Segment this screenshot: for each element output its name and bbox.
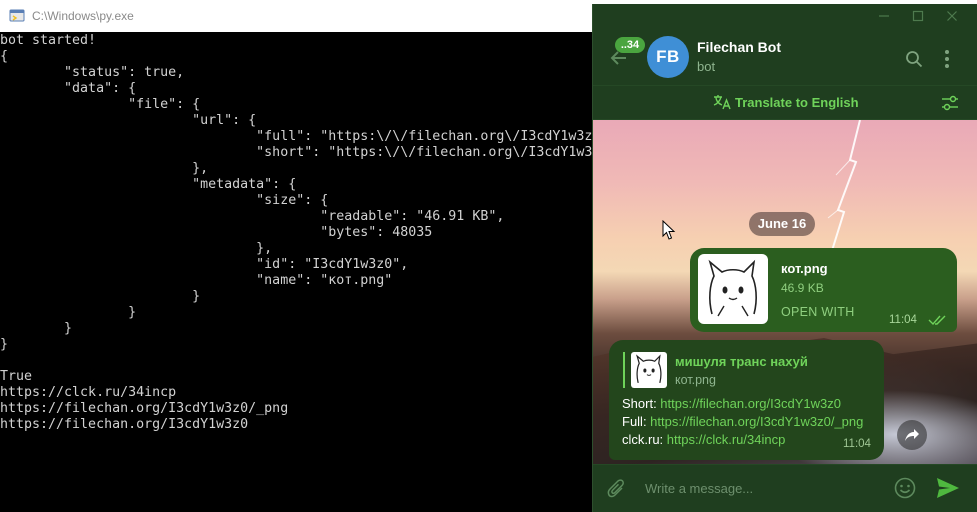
date-separator: June 16 <box>749 212 815 236</box>
attach-icon[interactable] <box>607 479 627 501</box>
reply-accent-bar <box>623 352 625 388</box>
chat-status: bot <box>697 59 716 74</box>
telegram-titlebar <box>593 4 977 30</box>
translate-button[interactable]: Translate to English <box>713 92 859 112</box>
emoji-icon[interactable] <box>894 477 916 499</box>
console-line: https://clck.ru/34incp <box>0 385 177 400</box>
full-label: Full: <box>622 414 651 429</box>
console-line: { <box>0 49 9 64</box>
message-input[interactable]: Write a message... <box>645 481 753 496</box>
mouse-cursor-icon <box>662 220 676 240</box>
minimize-icon[interactable] <box>877 9 891 23</box>
console-line: True <box>0 369 33 384</box>
chat-name[interactable]: Filechan Bot <box>697 39 781 55</box>
file-name[interactable]: кот.png <box>781 261 828 276</box>
more-vertical-icon[interactable] <box>941 48 953 70</box>
clck-label: clck.ru: <box>622 432 667 447</box>
translate-bar: Translate to English <box>593 86 977 120</box>
console-line: "url": { <box>0 113 257 128</box>
translate-label: Translate to English <box>735 94 859 110</box>
double-check-icon <box>928 315 946 326</box>
file-message[interactable]: кот.png 46.9 KB OPEN WITH 11:04 <box>690 248 957 332</box>
short-label: Short: <box>622 396 661 411</box>
console-line: https://filechan.org/I3cdY1w3z0 <box>0 417 249 432</box>
console-line: "data": { <box>0 81 137 96</box>
console-output[interactable]: bot started!{ "status": true, "data": { … <box>0 32 600 512</box>
send-icon[interactable] <box>936 477 960 499</box>
reply-message[interactable]: мишуля транс нахуй кот.png Short: https:… <box>609 340 884 460</box>
console-titlebar: C:\Windows\py.exe <box>0 0 600 32</box>
open-with-button[interactable]: OPEN WITH <box>781 305 855 319</box>
clck-link-line: clck.ru: https://clck.ru/34incp <box>622 432 785 447</box>
console-line: "metadata": { <box>0 177 297 192</box>
translate-icon <box>713 95 731 110</box>
full-link[interactable]: https://filechan.org/I3cdY1w3z0/_png <box>650 414 863 429</box>
reply-preview: кот.png <box>675 373 716 387</box>
chat-header: ..34 FB Filechan Bot bot <box>593 30 977 86</box>
console-line: https://filechan.org/I3cdY1w3z0/_png <box>0 401 289 416</box>
console-title: C:\Windows\py.exe <box>32 9 134 23</box>
maximize-icon[interactable] <box>911 9 925 23</box>
share-button[interactable] <box>897 420 927 450</box>
file-size: 46.9 KB <box>781 281 824 295</box>
close-icon[interactable] <box>945 9 959 23</box>
cat-drawing-icon <box>636 354 662 384</box>
console-line: } <box>0 321 73 336</box>
console-line: "readable": "46.91 KB", <box>0 209 505 224</box>
console-line: "bytes": 48035 <box>0 225 433 240</box>
reply-author[interactable]: мишуля транс нахуй <box>675 354 808 369</box>
console-line: "size": { <box>0 193 329 208</box>
full-link-line: Full: https://filechan.org/I3cdY1w3z0/_p… <box>622 414 863 429</box>
message-time: 11:04 <box>889 314 917 326</box>
share-icon <box>905 429 919 441</box>
console-line: "file": { <box>0 97 201 112</box>
translate-settings-icon[interactable] <box>941 94 959 112</box>
cat-thumbnail[interactable] <box>698 254 768 324</box>
console-line: "full": "https:\/\/filechan.org\/I3cdY1w… <box>0 129 600 144</box>
console-line: }, <box>0 241 273 256</box>
cat-drawing-icon <box>708 259 757 317</box>
clck-link[interactable]: https://clck.ru/34incp <box>667 432 786 447</box>
console-line: "id": "I3cdY1w3z0", <box>0 257 409 272</box>
message-composer: Write a message... <box>593 464 977 512</box>
console-line: bot started! <box>0 33 97 48</box>
avatar[interactable]: FB <box>647 36 689 78</box>
search-icon[interactable] <box>905 50 923 68</box>
chat-area[interactable]: June 16 кот.png 46.9 KB OPEN WITH 11:04 <box>593 120 977 464</box>
reply-thumbnail[interactable] <box>631 352 667 388</box>
short-link-line: Short: https://filechan.org/I3cdY1w3z0 <box>622 396 841 411</box>
python-app-icon <box>9 9 25 22</box>
console-line: "name": "кот.png" <box>0 273 393 288</box>
console-line: "status": true, <box>0 65 185 80</box>
unread-badge[interactable]: ..34 <box>615 37 645 53</box>
console-line: } <box>0 305 137 320</box>
console-line: "short": "https:\/\/filechan.org\/I3cdY1… <box>0 145 600 160</box>
telegram-window: ..34 FB Filechan Bot bot Translate to En… <box>592 4 977 512</box>
console-line: }, <box>0 161 209 176</box>
console-line: } <box>0 337 9 352</box>
console-line: } <box>0 289 201 304</box>
message-time: 11:04 <box>843 438 871 450</box>
short-link[interactable]: https://filechan.org/I3cdY1w3z0 <box>660 396 841 411</box>
